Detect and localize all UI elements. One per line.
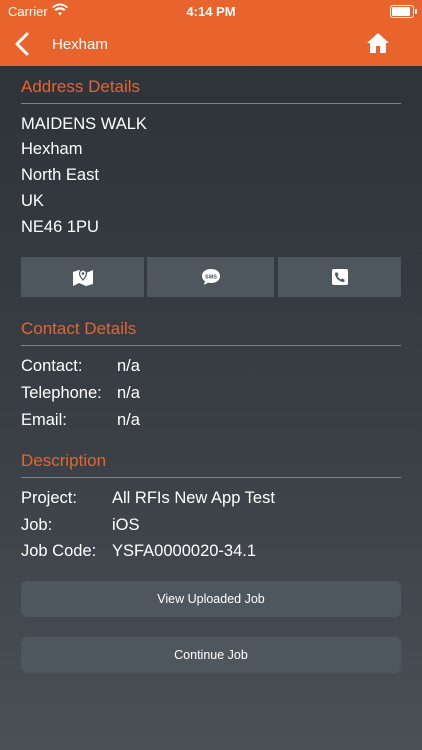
- home-icon[interactable]: [366, 31, 390, 55]
- address-heading: Address Details: [21, 77, 401, 104]
- telephone-label: Telephone:: [21, 384, 102, 402]
- sms-icon: SMS: [201, 269, 220, 285]
- address-line-4: UK: [21, 192, 44, 210]
- status-bar: Carrier 4:14 PM: [0, 0, 422, 22]
- job-code-label: Job Code:: [21, 542, 97, 560]
- sms-button[interactable]: SMS: [147, 257, 274, 297]
- continue-job-button[interactable]: Continue Job: [21, 637, 401, 673]
- nav-title: Hexham: [52, 36, 108, 53]
- back-chevron-icon[interactable]: [12, 31, 34, 57]
- map-button[interactable]: [21, 257, 144, 297]
- address-line-2: Hexham: [21, 140, 83, 158]
- status-time: 4:14 PM: [186, 4, 236, 19]
- phone-button[interactable]: [278, 257, 401, 297]
- description-heading: Description: [21, 451, 401, 478]
- address-line-3: North East: [21, 166, 99, 184]
- project-value: All RFIs New App Test: [112, 489, 275, 507]
- address-line-5: NE46 1PU: [21, 218, 99, 236]
- telephone-value: n/a: [117, 384, 140, 402]
- email-label: Email:: [21, 411, 67, 429]
- email-value: n/a: [117, 411, 140, 429]
- sms-icon-text: SMS: [205, 275, 217, 281]
- view-uploaded-job-button[interactable]: View Uploaded Job: [21, 581, 401, 617]
- phone-icon: [331, 269, 348, 285]
- job-code-value: YSFA0000020-34.1: [112, 542, 257, 560]
- job-label: Job:: [21, 516, 53, 534]
- battery-icon: [390, 5, 417, 18]
- contact-label: Contact:: [21, 357, 83, 375]
- job-value: iOS: [112, 516, 140, 534]
- address-line-1: MAIDENS WALK: [21, 115, 147, 133]
- nav-bar: Hexham: [0, 22, 422, 66]
- contact-heading: Contact Details: [21, 319, 401, 346]
- contact-value: n/a: [117, 357, 140, 375]
- map-icon: [72, 269, 93, 286]
- project-label: Project:: [21, 489, 77, 507]
